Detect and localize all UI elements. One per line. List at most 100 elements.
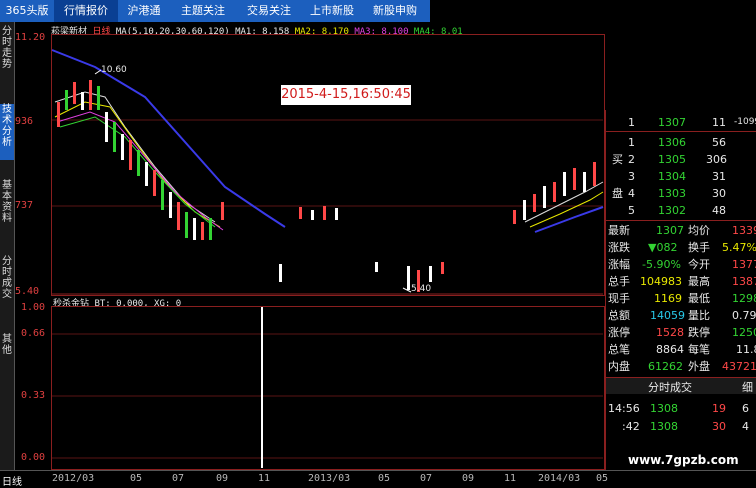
stat-label: 最高	[688, 275, 710, 288]
tick-price: 1308	[650, 420, 678, 433]
stat-value: 43721	[722, 360, 756, 373]
stat-value: 104983	[640, 275, 682, 288]
tab-quotes[interactable]: 行情报价	[54, 0, 118, 22]
stat-label: 今开	[688, 258, 710, 271]
stat-value: -5.90%	[642, 258, 681, 271]
stat-value: 1169	[654, 292, 682, 305]
x-label: 07	[172, 473, 185, 484]
datetime-label: 2015-4-15,16:50:45	[281, 85, 411, 105]
side-tab-fundamentals[interactable]: 基本资料	[0, 180, 14, 230]
order-row[interactable]: 1 1307 11 -1099	[606, 114, 756, 131]
tick-time: 14:56	[608, 402, 640, 415]
stat-value: ▼082	[648, 241, 678, 254]
stat-label: 涨幅	[608, 258, 630, 271]
stat-value: 1298	[732, 292, 756, 305]
tick-row: 14:56 1308 19 6	[606, 400, 756, 417]
stat-label: 均价	[688, 224, 710, 237]
order-price: 1307	[658, 116, 686, 129]
stat-value: 1339	[732, 224, 756, 237]
stat-row: 涨停 1528 跌停 1250	[606, 324, 756, 341]
top-tab-bar: 365头版 行情报价 沪港通 主题关注 交易关注 上市新股 新股申购	[0, 0, 430, 22]
x-label: 11	[504, 473, 517, 484]
order-vol: 56	[712, 136, 726, 149]
stat-value: 14059	[650, 309, 685, 322]
stat-label: 换手	[688, 241, 710, 254]
ind-y-3: 0.33	[21, 390, 46, 401]
tick-count: 4	[742, 420, 749, 433]
stat-value: 5.47%	[722, 241, 756, 254]
tab-trade-watch[interactable]: 交易关注	[236, 0, 302, 22]
stat-value: 11.8	[736, 343, 756, 356]
stat-value: 0.79	[732, 309, 756, 322]
stat-row: 总手 104983 最高 1387	[606, 273, 756, 290]
order-idx: 3	[628, 170, 635, 183]
order-row[interactable]: 买 2 1305 306	[606, 151, 756, 168]
ticks-header[interactable]: 分时成交 细	[606, 377, 756, 394]
divider	[606, 131, 756, 132]
divider	[606, 220, 756, 221]
order-idx: 1	[628, 136, 635, 149]
stat-value: 8864	[656, 343, 684, 356]
period-button[interactable]: 日线	[2, 473, 22, 488]
order-row[interactable]: 盘 4 1303 30	[606, 185, 756, 202]
chart-area[interactable]: 菘梁新材 日线 MA(5,10,20,30,60,120) MA1: 8.158…	[15, 22, 605, 470]
side-tab-intraday[interactable]: 分时走势	[0, 26, 14, 78]
order-row[interactable]: 5 1302 48	[606, 202, 756, 219]
stat-value: 61262	[648, 360, 683, 373]
stat-row: 涨幅 -5.90% 今开 1377	[606, 256, 756, 273]
x-label: 11	[258, 473, 271, 484]
order-price: 1305	[658, 153, 686, 166]
stat-label: 总笔	[608, 343, 630, 356]
ticks-detail-toggle[interactable]: 细	[742, 379, 753, 395]
order-vol: 48	[712, 204, 726, 217]
tab-new-listing[interactable]: 上市新股	[302, 0, 362, 22]
ind-y-4: 0.00	[21, 452, 46, 463]
tick-count: 6	[742, 402, 749, 415]
date-axis-bar: 日线 2012/03 05 07 09 11 2013/03 05 07 09 …	[0, 470, 756, 488]
stat-label: 总手	[608, 275, 630, 288]
stat-label: 总额	[608, 309, 630, 322]
stat-row: 最新 1307 均价 1339	[606, 222, 756, 239]
tab-hk-connect[interactable]: 沪港通	[118, 0, 170, 22]
x-label: 09	[216, 473, 229, 484]
tick-row: :42 1308 30 4	[606, 418, 756, 435]
order-price: 1304	[658, 170, 686, 183]
order-vol: 31	[712, 170, 726, 183]
stat-row: 现手 1169 最低 1298	[606, 290, 756, 307]
stat-label: 现手	[608, 292, 630, 305]
tick-vol: 19	[712, 402, 726, 415]
side-tab-ticks[interactable]: 分时成交	[0, 256, 14, 306]
order-row[interactable]: 1 1306 56	[606, 134, 756, 151]
buy-side-label: 买	[612, 153, 623, 166]
ind-y-1: 1.00	[21, 302, 46, 313]
x-label: 05	[378, 473, 391, 484]
order-idx: 1	[628, 116, 635, 129]
watermark: www.7gpzb.com	[628, 453, 739, 467]
tick-time: :42	[622, 420, 640, 433]
order-vol: 306	[706, 153, 727, 166]
order-idx: 2	[628, 153, 635, 166]
quote-panel: 1 1307 11 -1099 1 1306 56 买 2 1305 306 3…	[605, 110, 756, 470]
low-price-mark: 5.40	[411, 284, 432, 294]
x-label: 2013/03	[308, 473, 351, 484]
tab-theme[interactable]: 主题关注	[170, 0, 236, 22]
left-sidebar: 分时走势 技术分析 基本资料 分时成交 其他	[0, 22, 15, 470]
order-vol: 11	[712, 116, 726, 129]
stat-label: 量比	[688, 309, 710, 322]
order-idx: 4	[628, 187, 635, 200]
high-price-mark: 10.60	[101, 65, 127, 75]
stat-value: 1528	[656, 326, 684, 339]
stat-row: 涨跌 ▼082 换手 5.47%	[606, 239, 756, 256]
stat-label: 最新	[608, 224, 630, 237]
side-tab-other[interactable]: 其他	[0, 334, 14, 362]
stat-value: 1307	[656, 224, 684, 237]
order-row[interactable]: 3 1304 31	[606, 168, 756, 185]
stat-value: 1387	[732, 275, 756, 288]
x-label: 2014/03	[538, 473, 581, 484]
stat-value: 1250	[732, 326, 756, 339]
side-tab-technical[interactable]: 技术分析	[0, 104, 14, 160]
stat-label: 内盘	[608, 360, 630, 373]
tab-ipo-subscribe[interactable]: 新股申购	[362, 0, 428, 22]
stat-row: 总笔 8864 每笔 11.8	[606, 341, 756, 358]
tab-365[interactable]: 365头版	[0, 0, 54, 22]
